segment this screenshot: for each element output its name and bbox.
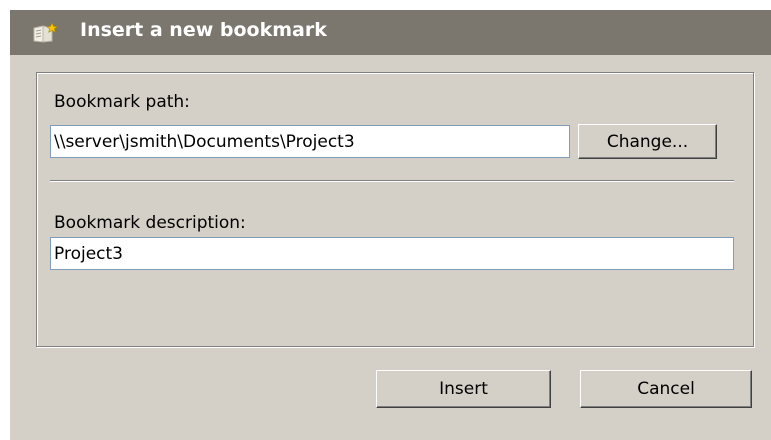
dialog-title: Insert a new bookmark — [80, 19, 327, 41]
bookmark-description-label: Bookmark description: — [54, 213, 246, 233]
bookmark-path-input[interactable] — [50, 125, 570, 158]
insert-button[interactable]: Insert — [376, 370, 551, 408]
cancel-button[interactable]: Cancel — [580, 370, 752, 408]
title-bar[interactable]: Insert a new bookmark — [10, 10, 771, 55]
bookmark-add-icon — [32, 22, 59, 43]
bookmark-description-input[interactable] — [50, 237, 734, 270]
bookmark-path-label: Bookmark path: — [54, 92, 190, 112]
separator — [50, 180, 734, 182]
bookmark-group-box — [36, 72, 754, 347]
change-button[interactable]: Change... — [578, 124, 717, 159]
insert-bookmark-dialog: Insert a new bookmark Bookmark path: Cha… — [10, 10, 771, 440]
